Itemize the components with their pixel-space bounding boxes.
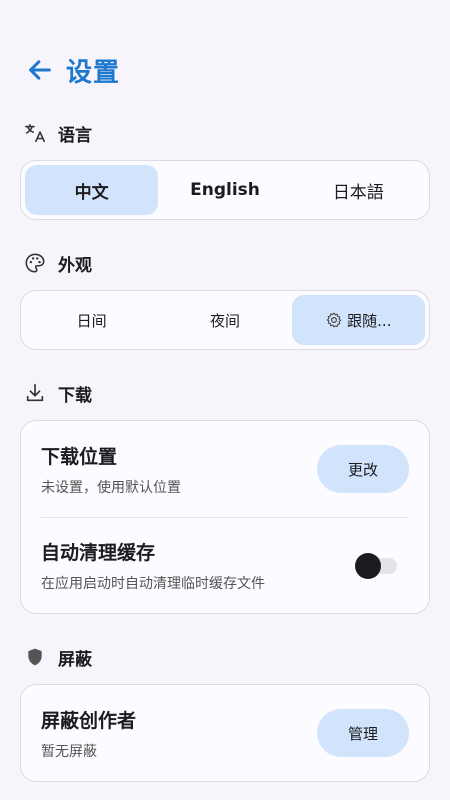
status-bar xyxy=(0,0,450,28)
app-bar: 设置 xyxy=(0,28,450,112)
appearance-option-follow-system[interactable]: 跟随... xyxy=(291,295,425,345)
section-title-block: 屏蔽 xyxy=(58,649,92,670)
language-option-chinese[interactable]: 中文 xyxy=(25,165,159,215)
appearance-segmented-control: 日间 夜间 跟随... xyxy=(20,290,430,350)
section-title-download: 下载 xyxy=(58,385,92,406)
palette-icon xyxy=(24,252,46,274)
toggle-thumb xyxy=(355,552,381,579)
block-settings-card: 屏蔽创作者 暂无屏蔽 管理 xyxy=(20,684,430,782)
download-location-row: 下载位置 未设置，使用默认位置 更改 xyxy=(41,421,409,517)
appearance-option-night[interactable]: 夜间 xyxy=(158,295,291,345)
appearance-option-day[interactable]: 日间 xyxy=(25,295,158,345)
auto-clear-cache-title: 自动清理缓存 xyxy=(41,542,156,564)
manage-blocked-button[interactable]: 管理 xyxy=(317,709,409,757)
appearance-follow-label: 跟随... xyxy=(347,311,392,330)
block-creators-subtitle: 暂无屏蔽 xyxy=(41,743,97,760)
language-segmented-control: 中文 English 日本語 xyxy=(20,160,430,220)
download-settings-card: 下载位置 未设置，使用默认位置 更改 自动清理缓存 在应用启动时自动清理临时缓存… xyxy=(20,420,430,614)
language-option-japanese[interactable]: 日本語 xyxy=(292,165,425,215)
block-creators-title: 屏蔽创作者 xyxy=(41,709,137,732)
block-creators-row: 屏蔽创作者 暂无屏蔽 管理 xyxy=(41,685,409,781)
auto-clear-cache-subtitle: 在应用启动时自动清理临时缓存文件 xyxy=(41,576,265,592)
download-icon xyxy=(24,382,46,404)
gear-icon xyxy=(325,311,343,329)
language-option-english[interactable]: English xyxy=(158,165,291,215)
translate-icon xyxy=(24,122,46,144)
section-title-language: 语言 xyxy=(58,125,92,146)
page-title: 设置 xyxy=(66,57,121,88)
section-block-header: 屏蔽 xyxy=(0,644,450,670)
download-location-title: 下载位置 xyxy=(41,445,118,468)
download-location-subtitle: 未设置，使用默认位置 xyxy=(41,479,181,496)
auto-clear-cache-toggle[interactable] xyxy=(355,552,399,579)
auto-clear-cache-row: 自动清理缓存 在应用启动时自动清理临时缓存文件 xyxy=(41,517,409,613)
section-appearance-header: 外观 xyxy=(0,250,450,276)
change-location-button[interactable]: 更改 xyxy=(317,445,409,493)
section-title-appearance: 外观 xyxy=(58,255,92,276)
arrow-left-icon[interactable] xyxy=(26,56,54,84)
section-language-header: 语言 xyxy=(0,120,450,146)
shield-icon xyxy=(24,646,46,668)
section-download-header: 下载 xyxy=(0,380,450,406)
